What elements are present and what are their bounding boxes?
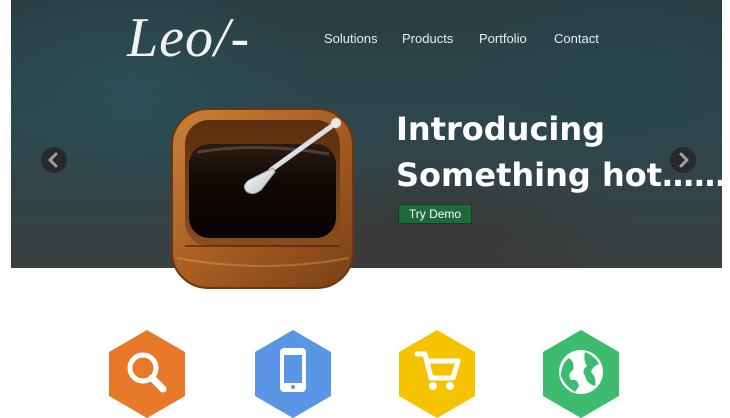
nav-item-contact[interactable]: Contact	[554, 31, 599, 46]
slide-image	[171, 108, 354, 289]
slide-headline: Introducing Something hot……	[396, 106, 722, 198]
slider-prev-button[interactable]	[41, 147, 67, 173]
nav-item-portfolio[interactable]: Portfolio	[479, 31, 527, 46]
chevron-left-icon	[48, 152, 58, 168]
feature-mobile[interactable]	[253, 328, 333, 418]
search-icon	[109, 330, 185, 418]
feature-search[interactable]	[107, 328, 187, 418]
hero-slider: Leo/- Solutions Products Portfolio Conta…	[11, 0, 722, 268]
nav-item-solutions[interactable]: Solutions	[324, 31, 377, 46]
hex-bg	[399, 330, 475, 418]
nav-item-products[interactable]: Products	[402, 31, 453, 46]
headline-line-1: Introducing	[396, 110, 606, 148]
globe-icon	[543, 330, 619, 418]
wooden-tray-spoon-icon	[171, 108, 354, 289]
tablet-icon	[255, 330, 331, 418]
main-nav: Solutions Products Portfolio Contact	[11, 31, 722, 51]
cart-icon	[399, 330, 475, 418]
feature-cart[interactable]	[397, 328, 477, 418]
try-demo-button[interactable]: Try Demo	[398, 204, 472, 224]
hex-bg	[109, 330, 185, 418]
feature-globe[interactable]	[541, 328, 621, 418]
headline-line-2: Something hot……	[396, 156, 722, 194]
